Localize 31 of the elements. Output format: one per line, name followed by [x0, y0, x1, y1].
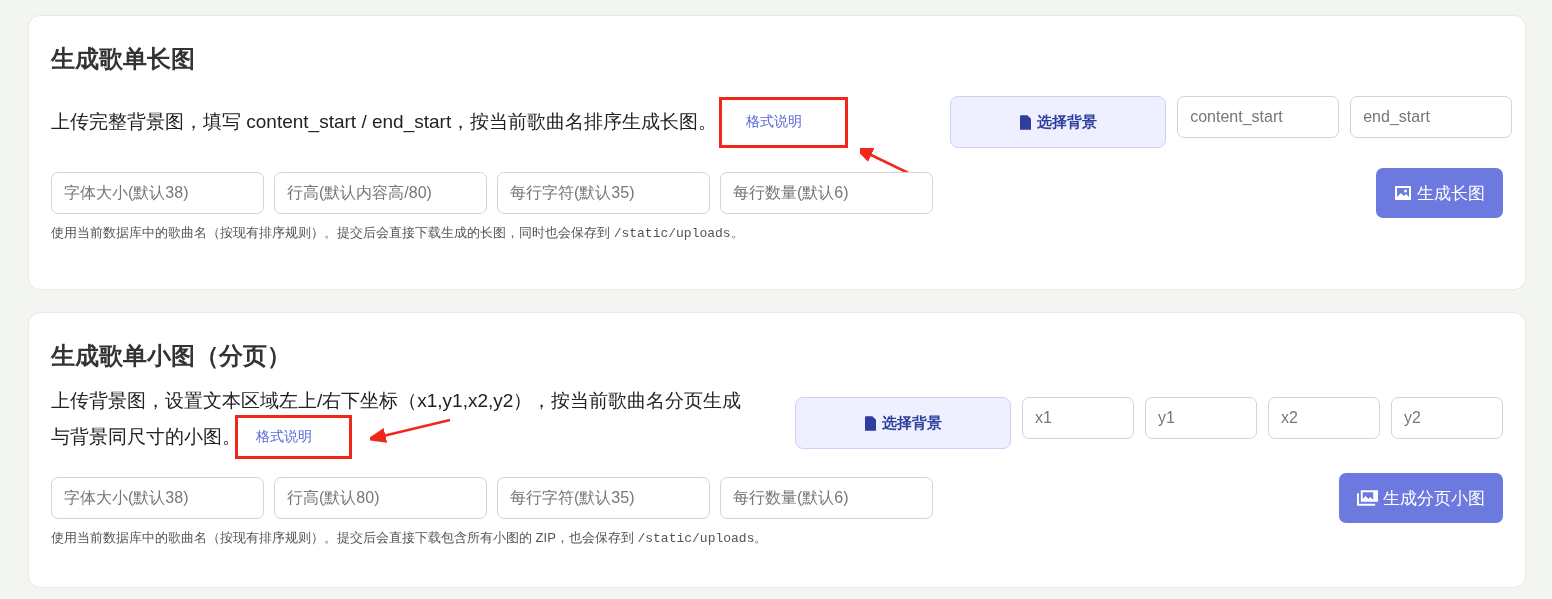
coordinate-field[interactable]: y2: [1391, 397, 1503, 439]
description-text: 上传完整背景图，填写 content_start / end_start，按当前歌曲名排序生成长图。: [51, 110, 718, 135]
option-field[interactable]: 每行数量(默认6): [720, 172, 933, 214]
choose-background-button[interactable]: 选择背景: [950, 96, 1167, 148]
section-title: 生成歌单小图（分页）: [51, 341, 292, 371]
description-text: 与背景同尺寸的小图。: [51, 425, 241, 449]
images-icon: [1357, 490, 1378, 506]
coordinate-field[interactable]: x1: [1022, 397, 1134, 439]
section-title: 生成歌单长图: [51, 44, 196, 74]
generate-button[interactable]: 生成长图: [1376, 168, 1503, 218]
coordinate-field[interactable]: end_start: [1350, 96, 1513, 138]
option-field[interactable]: 字体大小(默认38): [51, 477, 264, 519]
hint-text: 使用当前数据库中的歌曲名（按现有排序规则）。提交后会直接下载包含所有小图的 ZIP，也会保存到 /static/uploads。: [51, 529, 769, 547]
coordinate-field[interactable]: y1: [1145, 397, 1257, 439]
file-icon: [864, 415, 876, 431]
choose-background-button[interactable]: 选择背景: [795, 397, 1011, 449]
option-field[interactable]: 每行数量(默认6): [720, 477, 933, 519]
coordinate-field[interactable]: content_start: [1177, 96, 1340, 138]
hint-text: 使用当前数据库中的歌曲名（按现有排序规则）。提交后会直接下载生成的长图，同时也会保存到 /static/uploads。: [51, 224, 745, 242]
format-help-link[interactable]: 格式说明: [746, 113, 803, 131]
image-icon: [1394, 185, 1412, 201]
option-field[interactable]: 每行字符(默认35): [497, 477, 710, 519]
description-text: 上传背景图，设置文本区域左上/右下坐标（x1,y1,x2,y2），按当前歌曲名分页生成: [51, 389, 742, 413]
option-field[interactable]: 行高(默认80): [274, 477, 487, 519]
option-field[interactable]: 字体大小(默认38): [51, 172, 264, 214]
option-field[interactable]: 行高(默认内容高/80): [274, 172, 487, 214]
generate-button[interactable]: 生成分页小图: [1339, 473, 1503, 523]
option-field[interactable]: 每行字符(默认35): [497, 172, 710, 214]
format-help-link[interactable]: 格式说明: [256, 428, 312, 446]
coordinate-field[interactable]: x2: [1268, 397, 1380, 439]
file-icon: [1019, 114, 1031, 130]
